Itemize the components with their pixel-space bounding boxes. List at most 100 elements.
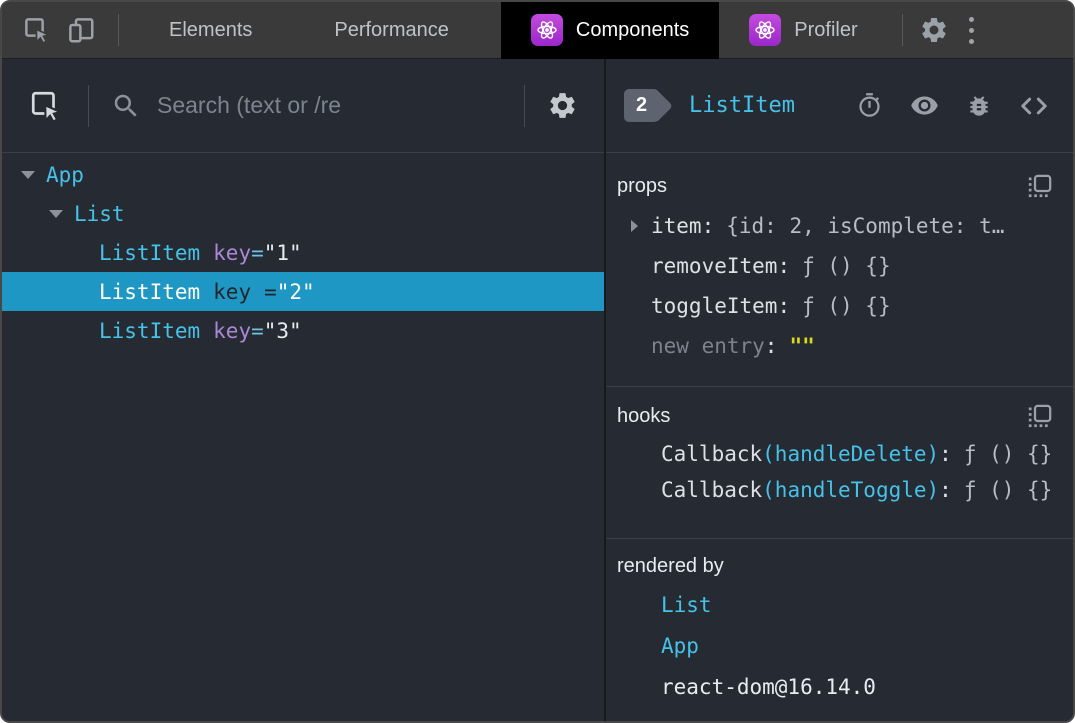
tree-toolbar bbox=[2, 59, 604, 153]
key-value: "1" bbox=[263, 240, 302, 265]
rendered-by-rows: List App react-dom@16.14.0 bbox=[617, 584, 1073, 707]
more-options-icon[interactable] bbox=[955, 16, 989, 44]
collapse-arrow-icon[interactable] bbox=[49, 209, 63, 218]
inspect-dom-eye-icon[interactable] bbox=[910, 91, 939, 120]
tab-profiler[interactable]: Profiler bbox=[719, 2, 887, 59]
collapse-arrow-icon[interactable] bbox=[21, 170, 35, 179]
hook-callback-name: (handleDelete) bbox=[762, 442, 940, 466]
component-tree: App List ListItem key = "1" ListItem key = "2"… bbox=[2, 153, 604, 721]
search-icon bbox=[111, 91, 141, 121]
toggle-device-toolbar-icon[interactable] bbox=[64, 13, 98, 47]
hooks-section: hooks Callback (handleDelete): ƒ () {} Cal… bbox=[606, 387, 1073, 539]
inspect-element-icon[interactable] bbox=[20, 13, 54, 47]
react-dom-version: react-dom@16.14.0 bbox=[661, 674, 876, 699]
details-header-icons bbox=[856, 91, 1049, 121]
react-logo-icon bbox=[530, 14, 563, 46]
hook-name: Callback bbox=[661, 442, 763, 466]
tab-label: Components bbox=[575, 18, 690, 41]
colon: : bbox=[701, 214, 715, 238]
devtools-tab-bar: Elements Performance Components Profiler bbox=[2, 2, 1073, 59]
empty-string-value[interactable]: "" bbox=[789, 334, 814, 358]
components-tree-panel: App List ListItemkey="1" ListItemkey="2"… bbox=[2, 59, 606, 721]
hook-name: Callback bbox=[661, 478, 763, 502]
key-attribute: key bbox=[213, 318, 252, 343]
prop-row-new-entry[interactable]: new entry: "" bbox=[617, 326, 1073, 366]
copy-props-icon[interactable] bbox=[1026, 173, 1053, 200]
tree-row-listitem-1[interactable]: ListItem key = "1" bbox=[2, 233, 604, 272]
tab-components[interactable]: Components bbox=[500, 2, 720, 59]
prop-value: {id: 2, isComplete: t… bbox=[726, 214, 1005, 238]
equals-sign: = bbox=[264, 279, 277, 304]
key-value: "3" bbox=[263, 318, 302, 343]
toolbar-divider bbox=[118, 14, 119, 46]
owner-link[interactable]: List bbox=[661, 593, 712, 617]
prop-row-removeitem[interactable]: removeItem: ƒ () {} bbox=[617, 246, 1073, 286]
colon: : bbox=[777, 294, 791, 318]
owner-link[interactable]: App bbox=[661, 634, 699, 658]
react-logo-icon bbox=[749, 14, 782, 46]
props-header: props bbox=[617, 173, 1073, 200]
component-name: List bbox=[74, 201, 125, 226]
hook-callback-name: (handleToggle) bbox=[762, 478, 940, 502]
tab-elements[interactable]: Elements bbox=[139, 2, 282, 59]
hook-row-handletoggle[interactable]: Callback (handleToggle): ƒ () {} bbox=[617, 472, 1073, 508]
hook-row-handledelete[interactable]: Callback (handleDelete): ƒ () {} bbox=[617, 436, 1073, 472]
colon: : bbox=[777, 254, 791, 278]
element-index-badge: 2 bbox=[624, 89, 659, 122]
prop-name: toggleItem bbox=[651, 294, 778, 318]
equals-sign: = bbox=[251, 318, 264, 343]
new-entry-placeholder[interactable]: new entry bbox=[651, 334, 765, 358]
badge-number: 2 bbox=[635, 94, 648, 116]
colon: : bbox=[939, 442, 952, 466]
devtools-window: Elements Performance Components Profiler bbox=[0, 0, 1075, 723]
rendered-by-row-list[interactable]: List bbox=[617, 584, 1073, 625]
rendered-by-header: rendered by bbox=[617, 555, 1073, 578]
props-section: props item: {id: 2, isComplete: t… remove… bbox=[606, 153, 1073, 387]
search-input[interactable] bbox=[157, 92, 524, 119]
hooks-header: hooks bbox=[617, 403, 1073, 430]
tree-row-list[interactable]: List bbox=[2, 194, 604, 233]
tree-settings-gear-icon[interactable] bbox=[547, 90, 578, 121]
prop-row-item[interactable]: item: {id: 2, isComplete: t… bbox=[617, 206, 1073, 246]
colon: : bbox=[939, 478, 952, 502]
tab-label: Performance bbox=[334, 18, 449, 41]
tab-label: Profiler bbox=[794, 18, 858, 41]
tab-performance[interactable]: Performance bbox=[304, 2, 479, 59]
tree-row-app[interactable]: App bbox=[2, 155, 604, 194]
hook-value: ƒ () {} bbox=[963, 478, 1053, 502]
view-source-code-icon[interactable] bbox=[1019, 91, 1049, 121]
component-name: ListItem bbox=[99, 240, 201, 265]
selected-component-title: ListItem bbox=[689, 93, 795, 118]
inspect-component-icon[interactable] bbox=[28, 88, 64, 124]
colon: : bbox=[764, 334, 778, 358]
tree-row-listitem-2-selected[interactable]: ListItem key = "2" bbox=[2, 272, 604, 311]
toolbar-divider bbox=[524, 84, 525, 127]
settings-gear-icon[interactable] bbox=[917, 13, 951, 47]
prop-value: ƒ () {} bbox=[802, 254, 891, 278]
component-name: ListItem bbox=[99, 318, 201, 343]
hooks-rows: Callback (handleDelete): ƒ () {} Callback(… bbox=[617, 436, 1073, 508]
copy-hooks-icon[interactable] bbox=[1026, 403, 1053, 430]
tab-label: Elements bbox=[169, 18, 253, 41]
debug-bug-icon[interactable] bbox=[966, 93, 992, 119]
expand-arrow-icon[interactable] bbox=[631, 220, 638, 232]
props-rows: item: {id: 2, isComplete: t… removeItem: ƒ… bbox=[617, 206, 1073, 366]
prop-value: ƒ () {} bbox=[802, 294, 891, 318]
main-split: App List ListItemkey="1" ListItemkey="2"… bbox=[2, 59, 1073, 721]
rendered-by-section: rendered by List App react-dom@16.14.0 bbox=[606, 539, 1073, 721]
equals-sign: = bbox=[251, 240, 264, 265]
key-value: "2" bbox=[276, 279, 315, 304]
prop-name: removeItem bbox=[651, 254, 778, 278]
section-title: hooks bbox=[617, 405, 671, 427]
tree-row-listitem-3[interactable]: ListItem key = "3" bbox=[2, 311, 604, 350]
rendered-by-row-reactdom: react-dom@16.14.0 bbox=[617, 666, 1073, 707]
component-details-panel: 2 ListItem props item: {id: 2, isComple… bbox=[606, 59, 1073, 721]
key-attribute: key bbox=[213, 240, 252, 265]
component-name: App bbox=[46, 162, 84, 187]
details-header: 2 ListItem bbox=[606, 59, 1073, 153]
suspense-timer-icon[interactable] bbox=[856, 92, 883, 119]
prop-name: item bbox=[651, 214, 702, 238]
toolbar-divider bbox=[901, 14, 903, 46]
rendered-by-row-app[interactable]: App bbox=[617, 625, 1073, 666]
prop-row-toggleitem[interactable]: toggleItem: ƒ () {} bbox=[617, 286, 1073, 326]
